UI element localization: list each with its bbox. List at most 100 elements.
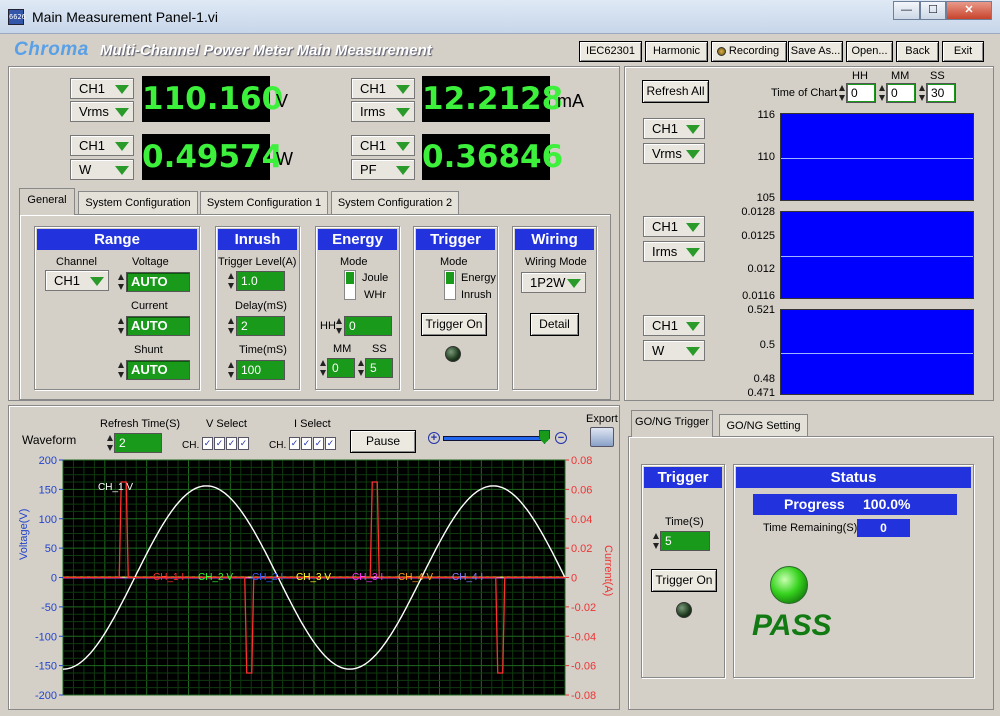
energy-whr-option[interactable]: WHr	[364, 289, 386, 301]
trigger-mode-switch[interactable]	[444, 270, 456, 300]
trigger-level-field[interactable]: 1.0	[236, 271, 285, 291]
tab-system-configuration[interactable]: System Configuration	[78, 191, 198, 215]
recording-button[interactable]: Recording	[711, 41, 787, 62]
trend3-param-select[interactable]: W	[643, 340, 705, 361]
current-tick-label: -0.06	[571, 661, 596, 673]
time-spinner-icon[interactable]	[228, 360, 235, 380]
zoom-out-icon[interactable]: −	[555, 432, 567, 444]
iec62301-button[interactable]: IEC62301	[579, 41, 642, 62]
trend-mm-spinner-icon[interactable]	[879, 83, 886, 103]
energy-joule-option[interactable]: Joule	[362, 272, 388, 284]
voltage-axis-label: Voltage(V)	[18, 508, 30, 560]
harmonic-button[interactable]: Harmonic	[645, 41, 708, 62]
meter4-param-select[interactable]: PF	[351, 159, 415, 180]
trend-mm-field[interactable]: 0	[886, 83, 916, 103]
delay-spinner-icon[interactable]	[228, 316, 235, 336]
v-select-ch2-checkbox[interactable]: ✓	[214, 437, 225, 450]
export-icon[interactable]	[590, 427, 614, 447]
trend1-channel-select[interactable]: CH1	[643, 118, 705, 139]
trend2-channel-select[interactable]: CH1	[643, 216, 705, 237]
minimize-button[interactable]: —	[893, 1, 920, 20]
current-range-field[interactable]: AUTO	[126, 316, 190, 336]
v-select-ch1-checkbox[interactable]: ✓	[202, 437, 213, 450]
i-select-ch3-checkbox[interactable]: ✓	[313, 437, 324, 450]
trend3-channel-select[interactable]: CH1	[643, 315, 705, 336]
tab-system-configuration-1[interactable]: System Configuration 1	[200, 191, 328, 215]
gonogo-trigger-on-button[interactable]: Trigger On	[651, 569, 717, 592]
trigger-energy-option[interactable]: Energy	[461, 272, 496, 284]
trend2-param-select[interactable]: Irms	[643, 241, 705, 262]
trigger-inrush-option[interactable]: Inrush	[461, 289, 492, 301]
current-tick-label: 0.06	[571, 484, 592, 496]
current-spinner-icon[interactable]	[118, 316, 125, 336]
meter1-channel-select[interactable]: CH1	[70, 78, 134, 99]
trigger-on-button[interactable]: Trigger On	[421, 313, 487, 336]
trend-ss-field[interactable]: 30	[926, 83, 956, 103]
energy-mm-field[interactable]: 0	[327, 358, 355, 378]
i-select-ch2-checkbox[interactable]: ✓	[301, 437, 312, 450]
meter3-param-select[interactable]: W	[70, 159, 134, 180]
trend1-param-select[interactable]: Vrms	[643, 143, 705, 164]
tab-gonogo-setting[interactable]: GO/NG Setting	[719, 414, 808, 438]
refresh-all-button[interactable]: Refresh All	[642, 80, 709, 103]
voltage-range-field[interactable]: AUTO	[126, 272, 190, 292]
save-as-button[interactable]: Save As...	[788, 41, 843, 62]
time-of-chart-label: Time of Chart	[771, 87, 838, 99]
zoom-slider-track[interactable]	[443, 436, 548, 441]
energy-hh-field[interactable]: 0	[344, 316, 392, 336]
gonogo-time-field[interactable]: 5	[660, 531, 710, 551]
zoom-in-icon[interactable]: +	[428, 432, 440, 444]
delay-label: Delay(mS)	[235, 300, 287, 312]
shunt-spinner-icon[interactable]	[118, 360, 125, 380]
chevron-down-icon	[396, 166, 410, 175]
energy-mode-switch[interactable]	[344, 270, 356, 300]
pass-indicator-icon	[770, 566, 808, 604]
voltage-spinner-icon[interactable]	[118, 272, 125, 292]
i-select-ch4-checkbox[interactable]: ✓	[325, 437, 336, 450]
energy-hh-spinner-icon[interactable]	[336, 316, 343, 336]
energy-ss-field[interactable]: 5	[365, 358, 393, 378]
chevron-down-icon	[567, 279, 581, 288]
meter1-param-select[interactable]: Vrms	[70, 101, 134, 122]
close-button[interactable]: ✕	[946, 1, 992, 20]
time-field[interactable]: 100	[236, 360, 285, 380]
chevron-down-icon	[115, 166, 129, 175]
i-select-ch1-checkbox[interactable]: ✓	[289, 437, 300, 450]
exit-button[interactable]: Exit	[942, 41, 984, 62]
gonogo-time-spinner-icon[interactable]	[653, 531, 660, 551]
wiring-box: Wiring	[512, 226, 597, 390]
time-remaining-label: Time Remaining(S)=	[763, 522, 864, 534]
meter2-channel-select[interactable]: CH1	[351, 78, 415, 99]
app-header: Chroma Multi-Channel Power Meter Main Me…	[4, 36, 996, 64]
trend-hh-spinner-icon[interactable]	[839, 83, 846, 103]
trigger-level-spinner-icon[interactable]	[228, 271, 235, 291]
waveform-chart: 200 150 100 50 0 -50 -100 -150 -200 0.08 0.06 0.04 0…	[35, 455, 596, 702]
wiring-mode-select[interactable]: 1P2W	[521, 272, 586, 293]
gonogo-led-icon	[676, 602, 692, 618]
tab-general[interactable]: General	[19, 188, 75, 215]
chevron-down-icon	[686, 347, 700, 356]
back-button[interactable]: Back	[896, 41, 939, 62]
restore-button[interactable]: ☐	[920, 1, 946, 20]
meter1-param: Vrms	[79, 104, 109, 119]
trigger-box: Trigger	[413, 226, 498, 390]
trend-ss-spinner-icon[interactable]	[919, 83, 926, 103]
detail-button[interactable]: Detail	[530, 313, 579, 336]
tab-gonogo-trigger[interactable]: GO/NG Trigger	[631, 410, 713, 437]
trend-hh-field[interactable]: 0	[846, 83, 876, 103]
progress-bar: Progress 100.0%	[753, 494, 957, 515]
shunt-range-field[interactable]: AUTO	[126, 360, 190, 380]
range-channel-select[interactable]: CH1	[45, 270, 109, 291]
v-select-ch3-checkbox[interactable]: ✓	[226, 437, 237, 450]
v-select-ch4-checkbox[interactable]: ✓	[238, 437, 249, 450]
meter2-param-select[interactable]: Irms	[351, 101, 415, 122]
meter3-channel-select[interactable]: CH1	[70, 135, 134, 156]
energy-ss-spinner-icon[interactable]	[358, 358, 365, 378]
open-button[interactable]: Open...	[846, 41, 893, 62]
meter4-channel-select[interactable]: CH1	[351, 135, 415, 156]
delay-field[interactable]: 2	[236, 316, 285, 336]
tab-system-configuration-2[interactable]: System Configuration 2	[331, 191, 459, 215]
energy-mm-spinner-icon[interactable]	[320, 358, 327, 378]
recording-label: Recording	[728, 45, 780, 57]
chroma-logo: Chroma	[14, 39, 89, 60]
